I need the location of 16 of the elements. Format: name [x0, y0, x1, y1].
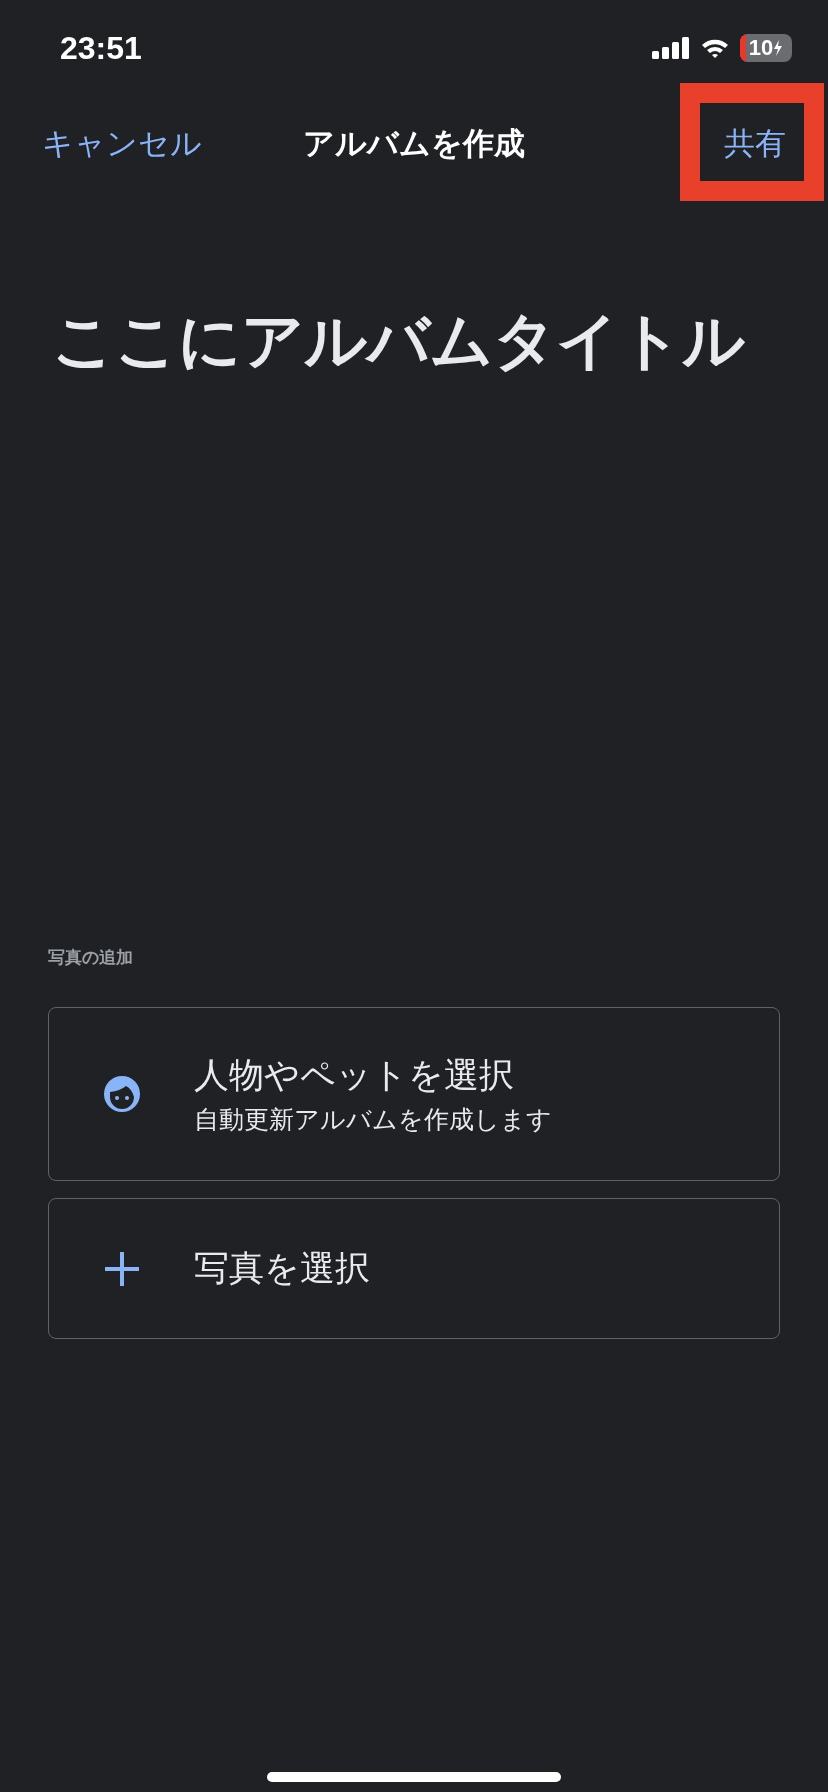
- share-button[interactable]: 共有: [724, 125, 786, 161]
- option-title: 写真を選択: [194, 1247, 370, 1290]
- section-label: 写真の追加: [48, 946, 134, 969]
- signal-icon: [652, 37, 690, 59]
- option-card[interactable]: 写真を選択: [48, 1198, 780, 1339]
- status-time: 23:51: [60, 29, 142, 67]
- album-title-field[interactable]: ここにアルバムタイトル: [52, 299, 788, 383]
- cancel-button[interactable]: キャンセル: [42, 123, 202, 165]
- face-icon: [101, 1074, 142, 1114]
- option-card[interactable]: 人物やペットを選択 自動更新アルバムを作成します: [48, 1007, 780, 1181]
- screen-title: アルバムを作成: [303, 124, 525, 163]
- option-subtitle: 自動更新アルバムを作成します: [194, 1104, 552, 1136]
- wifi-icon: [700, 37, 730, 59]
- plus-icon: [104, 1251, 139, 1286]
- battery-icon: 10: [740, 34, 792, 62]
- option-title: 人物やペットを選択: [194, 1054, 515, 1097]
